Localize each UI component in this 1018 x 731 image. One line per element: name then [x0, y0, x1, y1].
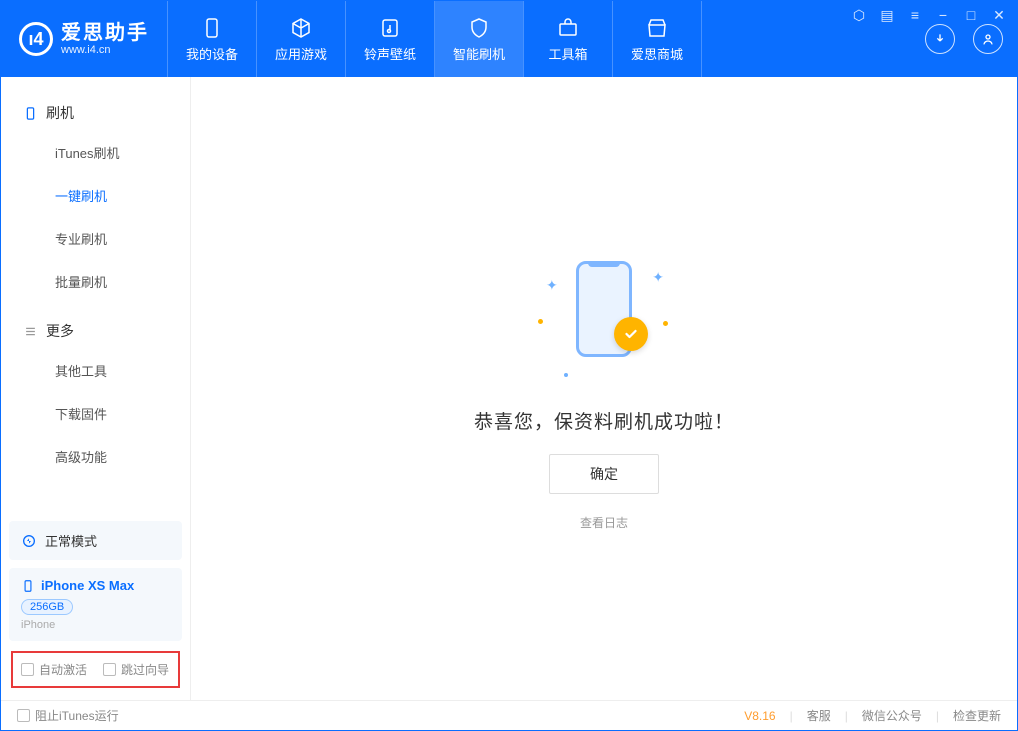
main-content: ✦ ✦ 恭喜您，保资料刷机成功啦！ 确定 查看日志 — [191, 77, 1017, 700]
device-card[interactable]: iPhone XS Max 256GB iPhone — [9, 568, 182, 641]
section-title-text: 更多 — [46, 321, 74, 341]
sidebar-item-download-firmware[interactable]: 下载固件 — [1, 392, 190, 435]
phone-icon — [23, 106, 38, 121]
sidebar-item-other-tools[interactable]: 其他工具 — [1, 349, 190, 392]
checkbox-icon — [103, 663, 116, 676]
close-icon[interactable]: ✕ — [991, 7, 1007, 24]
auto-activate-checkbox[interactable]: 自动激活 — [21, 661, 87, 678]
device-name-text: iPhone XS Max — [41, 578, 134, 593]
highlighted-options: 自动激活 跳过向导 — [11, 651, 180, 688]
phone-icon — [200, 16, 224, 40]
footer-link-wechat[interactable]: 微信公众号 — [862, 707, 922, 724]
confirm-button[interactable]: 确定 — [549, 454, 659, 494]
view-log-link[interactable]: 查看日志 — [580, 514, 628, 531]
success-message: 恭喜您，保资料刷机成功啦！ — [474, 407, 734, 434]
section-title-text: 刷机 — [46, 103, 74, 123]
checkbox-label: 跳过向导 — [121, 661, 169, 678]
checkbox-icon — [17, 709, 30, 722]
tab-label: 工具箱 — [548, 44, 587, 63]
footer: 阻止iTunes运行 V8.16 | 客服 | 微信公众号 | 检查更新 — [1, 700, 1017, 730]
checkbox-icon — [21, 663, 34, 676]
app-title: 爱思助手 — [61, 22, 149, 44]
sidebar-section-flash: 刷机 — [1, 95, 190, 131]
sidebar-item-advanced[interactable]: 高级功能 — [1, 435, 190, 478]
tab-label: 智能刷机 — [453, 44, 505, 63]
logo[interactable]: ı4 爱思助手 www.i4.cn — [1, 1, 167, 77]
sidebar-item-oneclick-flash[interactable]: 一键刷机 — [1, 174, 190, 217]
download-button[interactable] — [925, 24, 955, 54]
store-icon — [645, 16, 669, 40]
tab-smart-flash[interactable]: 智能刷机 — [435, 1, 523, 77]
device-type-text: iPhone — [21, 619, 170, 631]
device-icon — [21, 579, 35, 593]
skip-guide-checkbox[interactable]: 跳过向导 — [103, 661, 169, 678]
tab-label: 我的设备 — [186, 44, 238, 63]
tab-label: 爱思商城 — [631, 44, 683, 63]
logo-icon: ı4 — [19, 22, 53, 56]
tab-store[interactable]: 爱思商城 — [613, 1, 701, 77]
tab-label: 应用游戏 — [275, 44, 327, 63]
mode-text: 正常模式 — [45, 531, 97, 550]
mode-card[interactable]: 正常模式 — [9, 521, 182, 560]
menu-icon[interactable]: ≡ — [907, 7, 923, 24]
sidebar-section-more: 更多 — [1, 313, 190, 349]
tab-my-device[interactable]: 我的设备 — [168, 1, 256, 77]
tab-ringtones[interactable]: 铃声壁纸 — [346, 1, 434, 77]
checkbox-label: 自动激活 — [39, 661, 87, 678]
checkbox-label: 阻止iTunes运行 — [35, 707, 119, 724]
block-itunes-checkbox[interactable]: 阻止iTunes运行 — [17, 707, 119, 724]
version-text: V8.16 — [744, 709, 775, 723]
music-icon — [378, 16, 402, 40]
user-button[interactable] — [973, 24, 1003, 54]
window-controls: ⬡ ▤ ≡ − □ ✕ — [851, 7, 1007, 24]
sidebar: 刷机 iTunes刷机 一键刷机 专业刷机 批量刷机 更多 其他工具 下载固件 … — [1, 77, 191, 700]
success-illustration: ✦ ✦ — [534, 247, 674, 387]
tab-toolbox[interactable]: 工具箱 — [524, 1, 612, 77]
toolbox-icon — [556, 16, 580, 40]
check-badge-icon — [614, 317, 648, 351]
storage-badge: 256GB — [21, 599, 73, 615]
list-icon — [23, 324, 38, 339]
refresh-icon — [21, 533, 37, 549]
shield-icon — [467, 16, 491, 40]
cube-icon — [289, 16, 313, 40]
sidebar-item-itunes-flash[interactable]: iTunes刷机 — [1, 131, 190, 174]
list-icon[interactable]: ▤ — [879, 7, 895, 24]
tab-label: 铃声壁纸 — [364, 44, 416, 63]
shirt-icon[interactable]: ⬡ — [851, 7, 867, 24]
minimize-icon[interactable]: − — [935, 7, 951, 24]
app-subtitle: www.i4.cn — [61, 44, 149, 56]
sidebar-item-pro-flash[interactable]: 专业刷机 — [1, 217, 190, 260]
footer-link-support[interactable]: 客服 — [807, 707, 831, 724]
footer-link-update[interactable]: 检查更新 — [953, 707, 1001, 724]
tab-apps-games[interactable]: 应用游戏 — [257, 1, 345, 77]
sidebar-item-batch-flash[interactable]: 批量刷机 — [1, 260, 190, 303]
maximize-icon[interactable]: □ — [963, 7, 979, 24]
top-nav: 我的设备 应用游戏 铃声壁纸 智能刷机 工具箱 爱思商城 — [167, 1, 702, 77]
